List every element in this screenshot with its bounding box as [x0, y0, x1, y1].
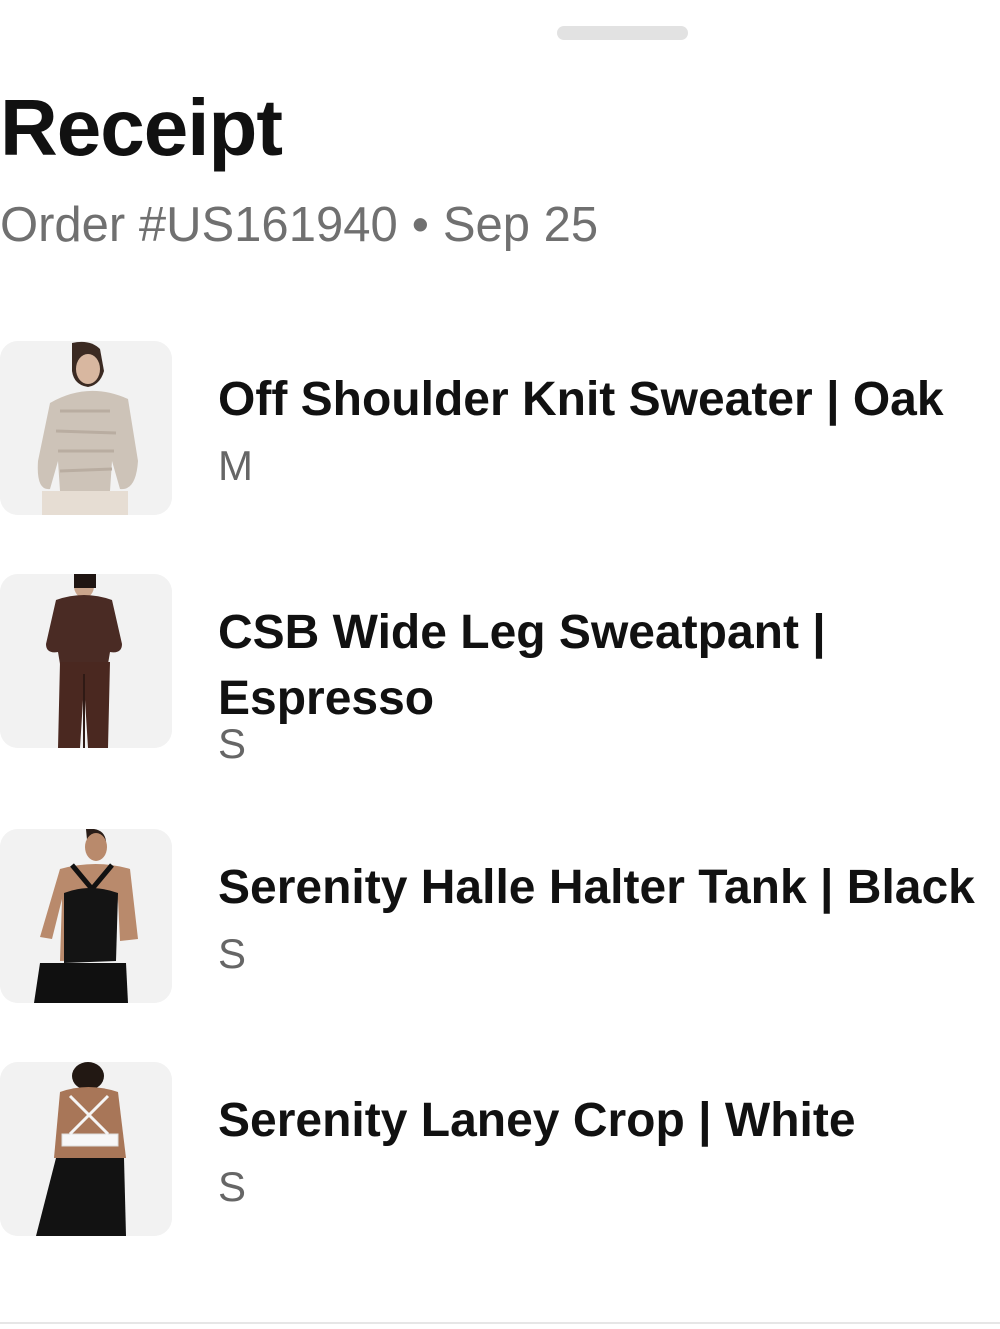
- product-thumbnail[interactable]: [0, 1062, 172, 1236]
- meta-separator: •: [411, 198, 429, 252]
- item-name: Serenity Halle Halter Tank | Black: [218, 861, 975, 914]
- bottom-divider: [0, 1322, 1000, 1324]
- item-name: CSB Wide Leg Sweatpant | Espresso: [218, 606, 826, 725]
- sweater-model-photo-icon: [0, 341, 172, 515]
- crop-top-model-photo-icon: [0, 1062, 172, 1236]
- sweatpant-model-photo-icon: [0, 574, 172, 748]
- sheet-grab-handle[interactable]: [557, 26, 688, 40]
- order-meta: Order #US161940 • Sep 25: [0, 195, 598, 255]
- item-size: M: [218, 442, 253, 489]
- halter-tank-model-photo-icon: [0, 829, 172, 1003]
- product-thumbnail[interactable]: [0, 574, 172, 748]
- list-item[interactable]: Off Shoulder Knit Sweater | Oak M: [0, 341, 1000, 521]
- item-name: Serenity Laney Crop | White: [218, 1094, 856, 1147]
- item-size: S: [218, 1163, 247, 1210]
- list-item[interactable]: Serenity Laney Crop | White S: [0, 1062, 1000, 1242]
- order-date: Sep 25: [442, 198, 599, 252]
- list-item[interactable]: CSB Wide Leg Sweatpant | Espresso S: [0, 574, 1000, 804]
- item-name: Off Shoulder Knit Sweater | Oak: [218, 373, 944, 426]
- order-number: Order #US161940: [0, 198, 398, 252]
- list-item[interactable]: Serenity Halle Halter Tank | Black S: [0, 829, 1000, 1009]
- product-thumbnail[interactable]: [0, 341, 172, 515]
- product-thumbnail[interactable]: [0, 829, 172, 1003]
- item-size: S: [218, 930, 247, 977]
- item-size: S: [218, 720, 247, 767]
- page-title: Receipt: [0, 83, 283, 172]
